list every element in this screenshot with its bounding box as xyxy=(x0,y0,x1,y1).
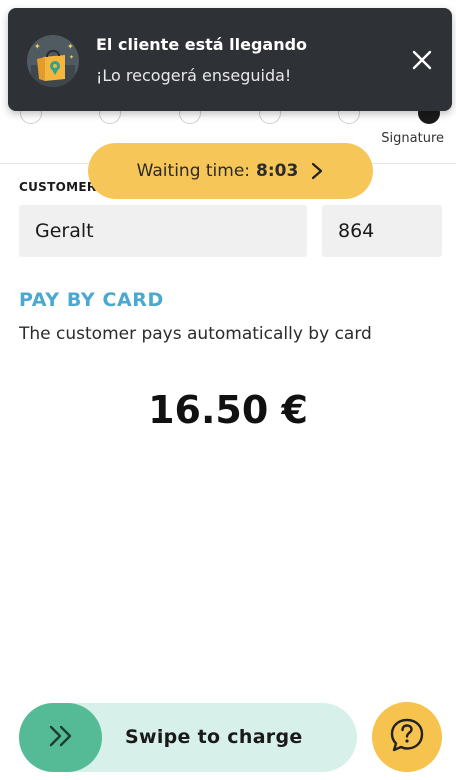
payment-description: The customer pays automatically by card xyxy=(19,324,372,344)
svg-text:✦: ✦ xyxy=(34,42,41,51)
chevron-right-icon xyxy=(310,162,324,180)
question-bubble-icon xyxy=(388,716,426,758)
customer-label: CUSTOMER xyxy=(19,180,97,194)
double-chevron-right-icon xyxy=(47,724,75,752)
waiting-time-button[interactable]: Waiting time: 8:03 xyxy=(88,143,373,199)
help-button[interactable] xyxy=(372,702,442,772)
step-label-signature: Signature xyxy=(381,131,444,146)
swipe-to-charge-slider[interactable]: Swipe to charge xyxy=(19,703,357,772)
close-icon[interactable] xyxy=(410,48,434,72)
notification-title: El cliente está llegando xyxy=(96,35,308,54)
waiting-time-value: 8:03 xyxy=(256,161,299,181)
notification-subtitle: ¡Lo recogerá enseguida! xyxy=(96,66,292,85)
arrival-notification[interactable]: ✦ ✦ ✦ El cliente está llegando ¡Lo recog… xyxy=(8,8,452,111)
amount-total: 16.50 € xyxy=(148,388,308,432)
shopping-bag-pin-icon: ✦ ✦ ✦ xyxy=(27,35,79,87)
payment-method-title: PAY BY CARD xyxy=(19,289,164,311)
waiting-time-label: Waiting time: xyxy=(136,161,251,181)
customer-number-field[interactable]: 864 xyxy=(322,205,442,257)
swipe-handle[interactable] xyxy=(19,703,102,772)
svg-text:✦: ✦ xyxy=(69,54,74,61)
swipe-label: Swipe to charge xyxy=(125,726,303,748)
svg-text:✦: ✦ xyxy=(67,42,74,51)
customer-name-field[interactable]: Geralt xyxy=(19,205,307,257)
